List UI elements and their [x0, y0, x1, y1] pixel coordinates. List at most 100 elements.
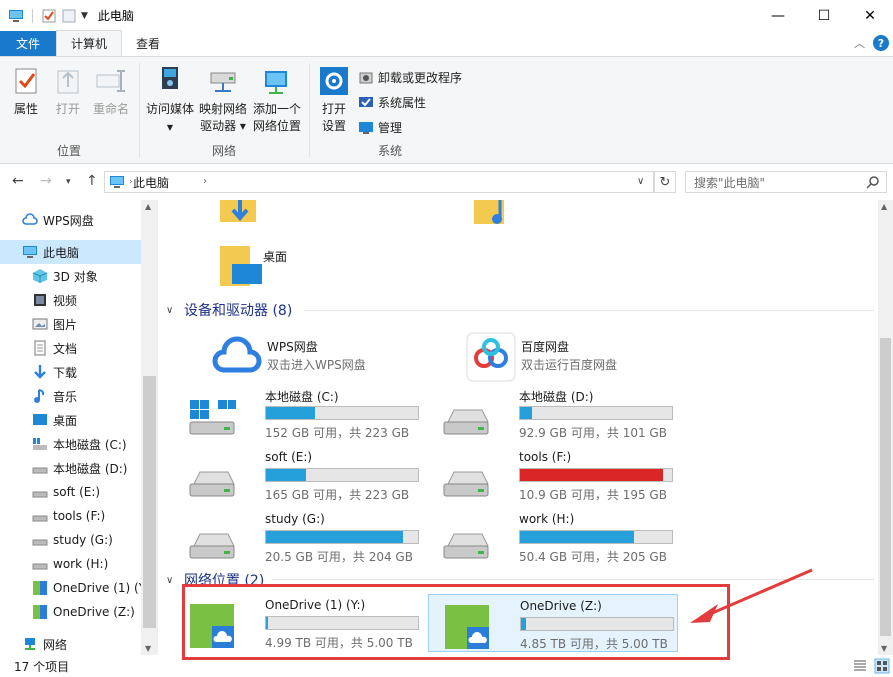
music-folder-icon[interactable]: [470, 200, 514, 226]
nav-item-drive-e[interactable]: soft (E:): [32, 480, 100, 504]
back-button[interactable]: ←: [12, 173, 24, 189]
refresh-button[interactable]: ↻: [654, 171, 676, 193]
nav-item-pictures[interactable]: 图片: [32, 312, 77, 336]
rename-label: 重命名: [92, 102, 129, 116]
hard-drive-icon: [443, 533, 489, 559]
nav-item-drive-f[interactable]: tools (F:): [32, 504, 105, 528]
tab-view[interactable]: 查看: [122, 31, 174, 56]
large-icons-view-icon[interactable]: [874, 658, 890, 674]
nav-item-network[interactable]: 网络: [22, 632, 67, 656]
nav-item-drive-h[interactable]: work (H:): [32, 552, 108, 576]
nav-item-music[interactable]: 音乐: [32, 384, 77, 408]
downloads-folder-icon[interactable]: [216, 200, 260, 226]
open-label: 打开: [55, 102, 80, 116]
nav-item-onedrive-z[interactable]: OneDrive (Z:): [32, 600, 135, 624]
uninstall-program-button[interactable]: 卸载或更改程序: [358, 69, 462, 86]
map-network-drive-button[interactable]: 映射网络 驱动器 ▾: [196, 65, 250, 135]
nav-item-documents[interactable]: 文档: [32, 336, 77, 360]
hard-drive-icon: [443, 471, 489, 497]
nav-item-downloads[interactable]: 下载: [32, 360, 77, 384]
system-group-label: 系统: [377, 144, 402, 158]
nav-item-drive-d[interactable]: 本地磁盘 (D:): [32, 456, 127, 480]
manage-button[interactable]: 管理: [358, 119, 402, 136]
nav-scrollbar[interactable]: ▲ ▼: [141, 200, 158, 655]
usage-bar: [519, 468, 673, 482]
usage-bar: [519, 530, 673, 544]
nav-item-3d-objects[interactable]: 3D 对象: [32, 264, 98, 288]
nav-scrollbar-thumb[interactable]: [143, 376, 156, 628]
annotation-arrow-icon: [690, 568, 813, 623]
content-scrollbar[interactable]: ▲ ▼: [878, 200, 893, 655]
open-button[interactable]: 打开: [50, 65, 86, 118]
minimize-button[interactable]: —: [755, 0, 801, 31]
customize-dropdown-icon[interactable]: ▼: [81, 11, 88, 21]
properties-icon: [15, 68, 37, 94]
search-input[interactable]: 搜索"此电脑": [685, 171, 887, 193]
hard-drive-icon: [189, 471, 235, 497]
address-bar[interactable]: › 此电脑 ›: [104, 171, 654, 193]
details-view-icon[interactable]: [852, 658, 868, 674]
manage-label: 管理: [378, 121, 403, 135]
maximize-button[interactable]: ☐: [801, 0, 847, 31]
download-arrow-icon: [34, 365, 46, 379]
drive-d[interactable]: 本地磁盘 (D:) 92.9 GB 可用，共 101 GB: [436, 384, 676, 442]
breadcrumb-chevron-icon: ›: [129, 177, 133, 187]
new-folder-icon[interactable]: [61, 8, 77, 24]
search-icon: [866, 176, 879, 189]
section-devices-drives[interactable]: ∨ 设备和驱动器 (8): [166, 300, 292, 320]
wps-cloud-icon: [212, 336, 262, 373]
title-bar: ▼ 此电脑 — ☐ ✕: [0, 0, 893, 31]
address-path[interactable]: 此电脑: [133, 174, 169, 191]
usage-bar: [265, 468, 419, 482]
content-scrollbar-thumb[interactable]: [880, 338, 891, 636]
nav-item-desktop[interactable]: 桌面: [32, 408, 77, 432]
window-title: 此电脑: [97, 9, 134, 23]
add-network-location-button[interactable]: 添加一个 网络位置: [250, 65, 304, 135]
access-media-button[interactable]: 访问媒体 ▼: [144, 65, 196, 136]
network-location-icon: [265, 71, 287, 94]
forward-button[interactable]: →: [40, 173, 52, 189]
collapse-chevron-icon[interactable]: ∨: [166, 305, 176, 316]
nav-item-drive-c[interactable]: 本地磁盘 (C:): [32, 432, 127, 456]
add-location-label-1: 添加一个: [252, 102, 301, 116]
nav-item-wps-drive[interactable]: WPS网盘: [22, 208, 94, 232]
collapse-chevron-icon[interactable]: ∨: [166, 575, 176, 586]
up-button[interactable]: ↑: [86, 173, 98, 189]
drive-e[interactable]: soft (E:) 165 GB 可用，共 223 GB: [182, 446, 422, 504]
properties-button[interactable]: 属性: [8, 65, 44, 118]
drive-h[interactable]: work (H:) 50.4 GB 可用，共 205 GB: [436, 508, 676, 566]
folder-desktop[interactable]: 桌面: [218, 244, 287, 291]
address-row: ← → ▾ ↑ › 此电脑 › ∨ ↻ 搜索"此电脑": [0, 168, 893, 196]
breadcrumb-chevron-icon[interactable]: ›: [203, 176, 207, 187]
open-settings-button[interactable]: 打开 设置: [316, 65, 352, 135]
nav-item-this-pc[interactable]: 此电脑: [0, 240, 141, 264]
nav-item-videos[interactable]: 视频: [32, 288, 77, 312]
baidu-netdisk-icon: [466, 332, 516, 382]
drive-c[interactable]: 本地磁盘 (C:) 152 GB 可用，共 223 GB: [182, 384, 422, 442]
ribbon-collapse-icon[interactable]: ︿: [854, 35, 865, 51]
app-wps-drive[interactable]: WPS网盘 双击进入WPS网盘: [212, 332, 452, 384]
cube-3d-icon: [32, 269, 48, 283]
drive-g[interactable]: study (G:) 20.5 GB 可用，共 204 GB: [182, 508, 422, 566]
tab-computer[interactable]: 计算机: [56, 30, 123, 56]
onedrive-icon: [33, 581, 47, 595]
usage-bar: [265, 406, 419, 420]
properties-check-icon[interactable]: [41, 8, 57, 24]
system-properties-button[interactable]: 系统属性: [358, 94, 426, 111]
tab-file[interactable]: 文件: [0, 31, 57, 56]
picture-icon: [32, 318, 48, 330]
recent-locations-dropdown[interactable]: ▾: [66, 177, 71, 187]
system-properties-icon: [359, 96, 373, 107]
address-dropdown-icon[interactable]: ∨: [637, 176, 644, 187]
navigation-pane: WPS网盘 此电脑 3D 对象 视频 图片 文档 下载 音乐 桌面 本地磁盘 (…: [0, 200, 158, 655]
annotation-highlight-box: [182, 584, 730, 660]
help-icon[interactable]: ?: [873, 35, 889, 51]
close-button[interactable]: ✕: [847, 0, 893, 31]
drive-f[interactable]: tools (F:) 10.9 GB 可用，共 195 GB: [436, 446, 676, 504]
rename-button[interactable]: 重命名: [90, 65, 132, 118]
music-note-icon: [34, 389, 45, 403]
desktop-folder-label: 桌面: [263, 250, 288, 264]
app-baidu-drive[interactable]: 百度网盘 双击运行百度网盘: [466, 332, 706, 384]
nav-item-drive-g[interactable]: study (G:): [32, 528, 113, 552]
nav-item-onedrive-y[interactable]: OneDrive (1) (Y:): [32, 576, 153, 600]
